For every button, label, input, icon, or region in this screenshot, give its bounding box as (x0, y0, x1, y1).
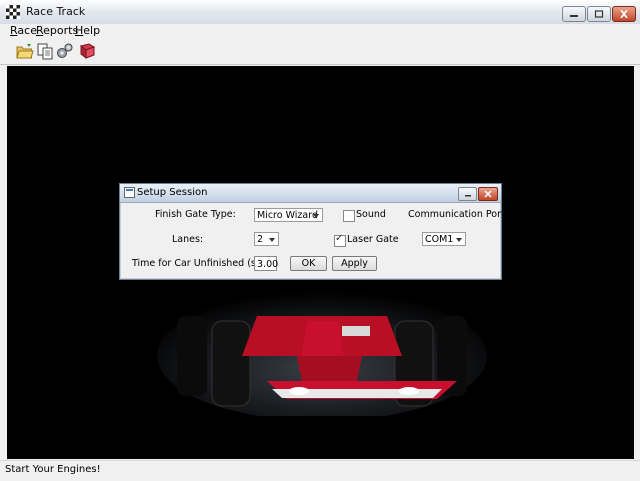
dialog-title: Setup Session (137, 187, 208, 198)
toolbar (0, 38, 640, 65)
comm-port-label: Communication Port: (408, 209, 508, 220)
dialog-close-button[interactable] (478, 187, 498, 201)
minimize-button[interactable] (562, 6, 586, 22)
chevron-down-icon (456, 238, 462, 242)
gears-icon[interactable] (56, 42, 74, 60)
minimize-icon (464, 195, 471, 197)
status-text: Start Your Engines! (5, 464, 101, 475)
setup-session-dialog: Setup Session Finish Gate Type: Micro Wi… (119, 183, 508, 280)
window-title: Race Track (26, 5, 86, 18)
menu-reports[interactable]: Reports (36, 24, 78, 38)
finish-gate-label: Finish Gate Type: (155, 209, 236, 220)
sound-label: Sound (356, 209, 386, 220)
laser-gate-label: Laser Gate (347, 234, 399, 245)
close-icon (620, 10, 628, 18)
menu-race[interactable]: Race (10, 24, 37, 38)
lanes-select[interactable]: 2 (254, 232, 279, 246)
chevron-down-icon (313, 214, 319, 218)
dialog-app-icon (124, 187, 135, 198)
unfinished-time-input[interactable]: 3.00 (254, 256, 278, 271)
unfinished-time-label: Time for Car Unfinished (sec) (132, 258, 271, 269)
ok-button[interactable]: OK (290, 256, 327, 271)
open-folder-icon[interactable] (16, 42, 34, 60)
lanes-label: Lanes: (172, 234, 204, 245)
menu-bar: Race Reports Help (0, 24, 640, 38)
race-car-image (157, 291, 487, 416)
comm-port-select[interactable]: COM1 (422, 232, 466, 246)
main-window: Race Track Race Reports Help Setup Sessi… (0, 0, 640, 481)
menu-help[interactable]: Help (75, 24, 100, 38)
book-icon[interactable] (78, 42, 96, 60)
dialog-title-bar[interactable]: Setup Session (120, 184, 501, 203)
menu-reports-label: eports (43, 24, 79, 37)
sound-checkbox[interactable] (343, 210, 355, 222)
finish-gate-value: Micro Wizard (257, 210, 318, 221)
finish-gate-select[interactable]: Micro Wizard (254, 208, 323, 222)
minimize-icon (570, 15, 578, 17)
dialog-minimize-button[interactable] (458, 187, 477, 201)
copy-icon[interactable] (36, 42, 54, 60)
close-button[interactable] (612, 6, 636, 22)
maximize-button[interactable] (587, 6, 611, 22)
laser-gate-checkbox[interactable]: ✓ (334, 233, 346, 247)
close-icon (484, 190, 492, 198)
lanes-value: 2 (257, 234, 264, 245)
maximize-icon (594, 10, 604, 18)
apply-button[interactable]: Apply (332, 256, 377, 271)
comm-port-value: COM1 (425, 234, 454, 245)
status-bar: Start Your Engines! (0, 460, 640, 481)
title-bar[interactable]: Race Track (0, 0, 640, 25)
checkered-flag-icon (6, 5, 20, 19)
chevron-down-icon (269, 238, 275, 242)
checkmark-icon: ✓ (335, 233, 344, 244)
menu-race-label: ace (17, 24, 37, 37)
menu-help-label: elp (83, 24, 101, 37)
